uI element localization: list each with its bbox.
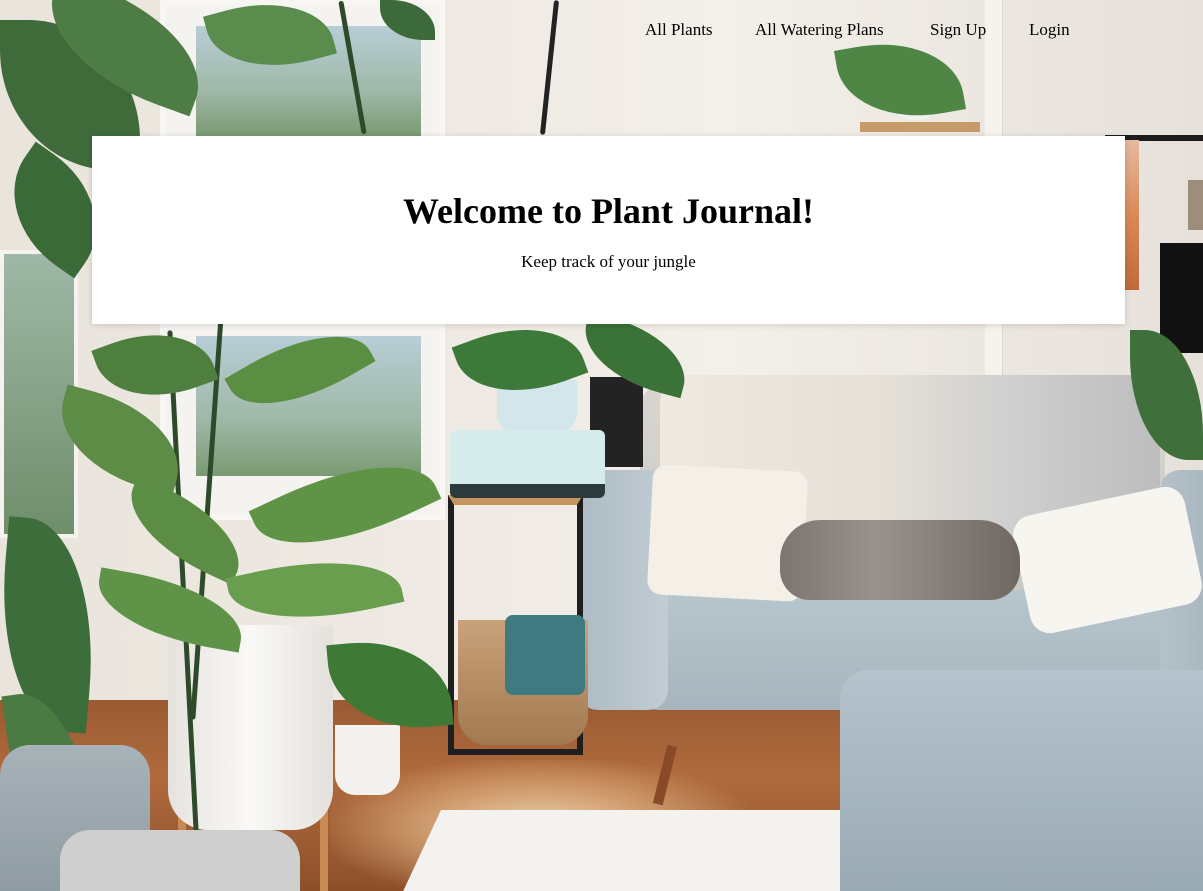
wall-art	[1125, 140, 1139, 290]
armchair	[60, 830, 300, 891]
nav-link-login[interactable]: Login	[1029, 20, 1070, 40]
page-subtitle: Keep track of your jungle	[521, 252, 696, 271]
television	[1160, 243, 1203, 353]
top-nav: All Plants All Watering Plans Sign Up Lo…	[0, 20, 1203, 42]
cat	[780, 520, 1020, 600]
nav-link-all-plants[interactable]: All Plants	[645, 20, 713, 40]
page-title: Welcome to Plant Journal!	[403, 191, 814, 231]
nav-link-all-watering-plans[interactable]: All Watering Plans	[755, 20, 884, 40]
nav-link-sign-up[interactable]: Sign Up	[930, 20, 986, 40]
background-image	[0, 0, 1203, 891]
rug	[399, 810, 901, 891]
folded-blanket	[505, 615, 585, 695]
record-player	[450, 430, 605, 498]
plant-pot	[335, 725, 400, 795]
hero-card: Welcome to Plant Journal! Keep track of …	[92, 136, 1125, 324]
ottoman	[840, 670, 1203, 891]
picture-frame	[1188, 180, 1203, 230]
page: All Plants All Watering Plans Sign Up Lo…	[0, 0, 1203, 891]
hanging-shelf	[860, 122, 980, 132]
